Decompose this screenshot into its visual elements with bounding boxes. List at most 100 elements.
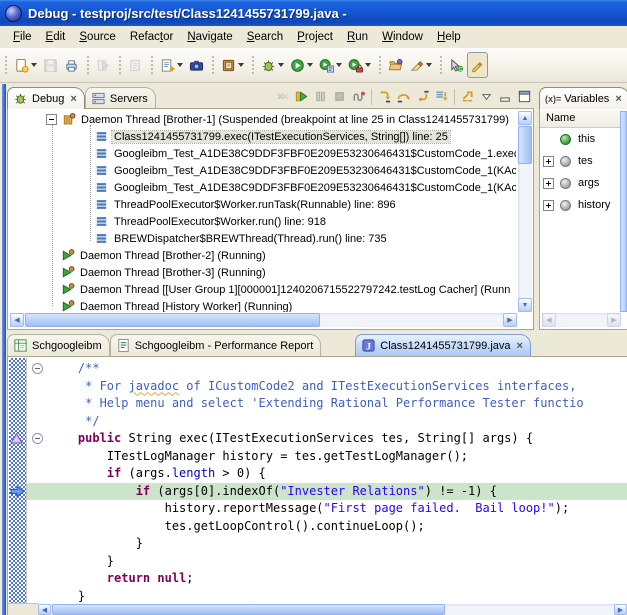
view-menu-button[interactable]	[477, 87, 496, 106]
terminate-button[interactable]	[330, 87, 349, 106]
print-button[interactable]	[61, 52, 82, 78]
toolbar-grip-handle[interactable]	[149, 54, 154, 76]
camera-button[interactable]	[186, 52, 207, 78]
debug-tree-row[interactable]: Googleibm_Test_A1DE38C9DDF3FBF0E209E5323…	[10, 145, 516, 162]
debug-tree-row[interactable]: ThreadPoolExecutor$Worker.run() line: 91…	[10, 213, 516, 230]
debug-tree-row[interactable]: Class1241455731799.exec(ITestExecutionSe…	[10, 128, 516, 145]
menu-window[interactable]: Window	[375, 28, 430, 46]
editor-tab-3[interactable]: JClass1241455731799.java×	[355, 334, 531, 356]
code-line[interactable]: history.reportMessage("First page failed…	[27, 500, 627, 518]
menu-edit[interactable]: Edit	[39, 28, 73, 46]
debug-tree-row[interactable]: Daemon Thread [Brother-1] (Suspended (br…	[10, 111, 516, 128]
close-icon[interactable]: ×	[517, 341, 523, 351]
maximize-button[interactable]	[515, 87, 534, 106]
code-line[interactable]: }	[27, 535, 627, 553]
tab-servers[interactable]: Servers	[85, 87, 156, 109]
ext-tool-1-button[interactable]	[93, 52, 114, 78]
title-bar[interactable]: Debug - testproj/src/test/Class124145573…	[0, 0, 627, 26]
editor-hscrollbar[interactable]: ◀ ▶	[38, 604, 627, 615]
code-line[interactable]: /**	[27, 360, 627, 378]
scroll-thumb[interactable]	[518, 126, 532, 164]
fold-collapse-icon[interactable]	[32, 363, 43, 374]
dropdown-arrow-icon[interactable]	[336, 63, 342, 67]
close-icon[interactable]: ×	[70, 94, 76, 104]
code-line[interactable]: if (args.length > 0) {	[27, 465, 627, 483]
test-navigator-button[interactable]	[218, 52, 247, 78]
minimize-button[interactable]	[496, 87, 515, 106]
last-edit-location-button[interactable]: C	[446, 52, 467, 78]
menu-navigate[interactable]: Navigate	[180, 28, 239, 46]
collapse-expander-icon[interactable]	[46, 114, 57, 125]
scroll-right-arrow[interactable]: ▶	[614, 604, 627, 615]
remove-all-terminated-button[interactable]	[273, 87, 292, 106]
toggle-highlight-button[interactable]	[467, 52, 488, 78]
dropdown-arrow-icon[interactable]	[307, 63, 313, 67]
variable-row[interactable]: history	[540, 194, 627, 216]
dropdown-arrow-icon[interactable]	[238, 63, 244, 67]
resume-button[interactable]	[292, 87, 311, 106]
code-line[interactable]: tes.getLoopControl().continueLoop();	[27, 518, 627, 536]
fold-collapse-icon[interactable]	[32, 433, 43, 444]
debug-tree-row[interactable]: BREWDispatcher$BREWThread(Thread).run() …	[10, 230, 516, 247]
debug-tree-row[interactable]: Daemon Thread [History Worker] (Running)	[10, 298, 516, 312]
close-icon[interactable]: ×	[615, 94, 621, 104]
disconnect-button[interactable]	[349, 87, 368, 106]
variables-vscrollbar[interactable]	[620, 111, 627, 312]
code-line[interactable]: * Help menu and select 'Extending Ration…	[27, 395, 627, 413]
debug-button[interactable]	[258, 52, 287, 78]
variables-hscrollbar[interactable]: ◀ ▶	[542, 313, 621, 327]
dropdown-arrow-icon[interactable]	[278, 63, 284, 67]
toolbar-grip-handle[interactable]	[210, 54, 215, 76]
menu-search[interactable]: Search	[240, 28, 290, 46]
menu-project[interactable]: Project	[290, 28, 340, 46]
variables-column-header[interactable]: Name	[540, 109, 627, 128]
scroll-left-arrow[interactable]: ◀	[10, 313, 24, 327]
menu-help[interactable]: Help	[430, 28, 468, 46]
variable-row[interactable]: args	[540, 172, 627, 194]
code-line[interactable]: }	[27, 588, 627, 605]
code-line[interactable]: ITestLogManager history = tes.getTestLog…	[27, 448, 627, 466]
tab-variables[interactable]: (x)= Variables ×	[539, 87, 627, 109]
menu-refactor[interactable]: Refactor	[123, 28, 180, 46]
debug-tree-hscrollbar[interactable]: ◀ ▶	[10, 313, 517, 327]
variable-row[interactable]: this	[540, 128, 627, 150]
save-button[interactable]	[40, 52, 61, 78]
editor-tab-2[interactable]: Schgoogleibm - Performance Report	[110, 334, 322, 356]
code-editor[interactable]: /** * For javadoc of ICustomCode2 and IT…	[27, 358, 627, 604]
toolbar-grip-handle[interactable]	[250, 54, 255, 76]
code-line[interactable]: }	[27, 553, 627, 571]
dropdown-arrow-icon[interactable]	[177, 63, 183, 67]
debug-tree-row[interactable]: Daemon Thread [[User Group 1][000001]124…	[10, 281, 516, 298]
scroll-thumb[interactable]	[52, 604, 445, 615]
new-wizard-button[interactable]	[11, 52, 40, 78]
expand-plus-icon[interactable]	[543, 156, 554, 167]
scroll-left-arrow[interactable]: ◀	[38, 604, 51, 615]
scroll-up-arrow[interactable]: ▲	[518, 111, 532, 125]
debug-tree-row[interactable]: Googleibm_Test_A1DE38C9DDF3FBF0E209E5323…	[10, 162, 516, 179]
code-line[interactable]: * For javadoc of ICustomCode2 and ITestE…	[27, 378, 627, 396]
code-line[interactable]: */	[27, 413, 627, 431]
toolbar-grip-handle[interactable]	[377, 54, 382, 76]
step-over-button[interactable]	[394, 87, 413, 106]
toolbar-grip-handle[interactable]	[85, 54, 90, 76]
menu-file[interactable]: File	[6, 28, 39, 46]
editor-tab-1[interactable]: Schgoogleibm	[7, 334, 110, 356]
menu-run[interactable]: Run	[340, 28, 375, 46]
step-return-button[interactable]	[413, 87, 432, 106]
code-line[interactable]: public String exec(ITestExecutionService…	[27, 430, 627, 448]
marker-button[interactable]	[406, 52, 435, 78]
debug-tree-row[interactable]: Googleibm_Test_A1DE38C9DDF3FBF0E209E5323…	[10, 179, 516, 196]
code-line[interactable]: return null;	[27, 570, 627, 588]
new-report-button[interactable]	[157, 52, 186, 78]
menu-source[interactable]: Source	[72, 28, 122, 46]
scroll-right-arrow[interactable]: ▶	[503, 313, 517, 327]
step-into-button[interactable]	[375, 87, 394, 106]
toolbar-grip-handle[interactable]	[3, 54, 8, 76]
debug-launch-tree[interactable]: Daemon Thread [Brother-1] (Suspended (br…	[10, 111, 516, 312]
expand-plus-icon[interactable]	[543, 178, 554, 189]
suspend-button[interactable]	[311, 87, 330, 106]
dropdown-arrow-icon[interactable]	[365, 63, 371, 67]
open-artifact-button[interactable]	[385, 52, 406, 78]
use-step-filters-button[interactable]	[458, 87, 477, 106]
debug-tree-row[interactable]: ThreadPoolExecutor$Worker.runTask(Runnab…	[10, 196, 516, 213]
